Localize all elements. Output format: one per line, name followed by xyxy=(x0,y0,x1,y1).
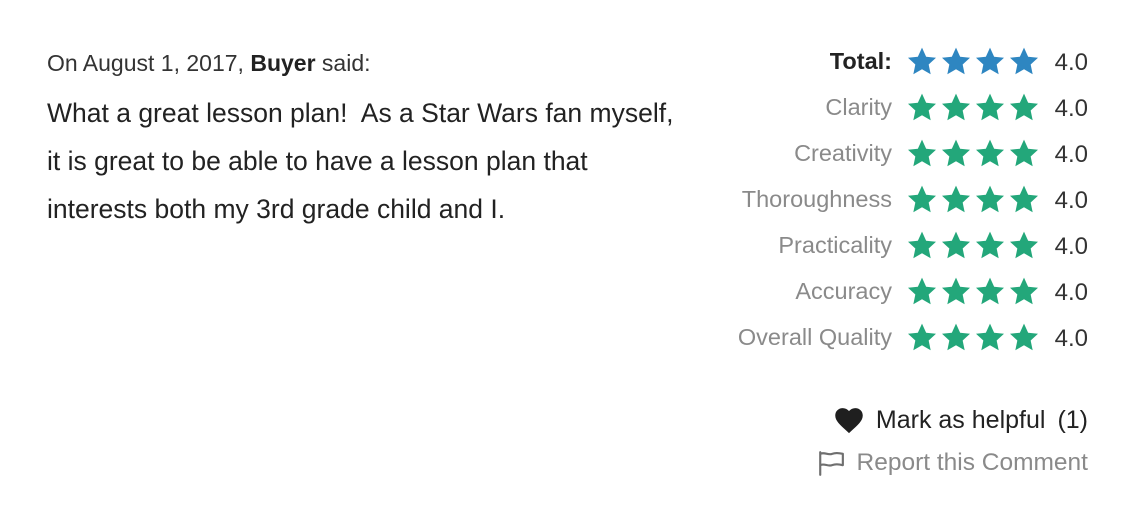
rating-label-thoroughness: Thoroughness xyxy=(741,185,892,212)
star-rating-total xyxy=(906,45,1040,77)
rating-row-creativity: Creativity 4.0 xyxy=(660,130,1088,176)
star-icon xyxy=(1010,93,1038,121)
star-rating-overall-quality xyxy=(906,321,1040,353)
star-icon xyxy=(976,231,1004,259)
review-date: On August 1, 2017, xyxy=(47,50,251,76)
review-content: On August 1, 2017, Buyer said: What a gr… xyxy=(47,46,687,233)
star-icon xyxy=(1010,277,1038,305)
star-icon xyxy=(942,231,970,259)
star-icon xyxy=(942,185,970,213)
review-text: What a great lesson plan! As a Star Wars… xyxy=(47,98,681,224)
star-icon xyxy=(908,231,936,259)
rating-label-total: Total: xyxy=(829,47,892,74)
star-icon xyxy=(908,139,936,167)
star-icon xyxy=(942,277,970,305)
star-icon xyxy=(976,47,1004,75)
rating-label-practicality: Practicality xyxy=(778,231,892,258)
star-icon xyxy=(908,93,936,121)
rating-label-overall-quality: Overall Quality xyxy=(737,323,892,350)
star-rating-accuracy xyxy=(906,275,1040,307)
star-icon xyxy=(1010,47,1038,75)
star-icon xyxy=(1010,139,1038,167)
heart-icon xyxy=(835,408,863,434)
flag-icon xyxy=(818,451,844,476)
star-icon xyxy=(942,139,970,167)
report-comment-label: Report this Comment xyxy=(856,449,1088,476)
rating-value-total: 4.0 xyxy=(1054,49,1088,76)
mark-helpful-button[interactable]: Mark as helpful (1) xyxy=(817,398,1088,442)
star-rating-practicality xyxy=(906,229,1040,261)
rating-value-thoroughness: 4.0 xyxy=(1054,187,1088,214)
review-said: said: xyxy=(315,50,371,76)
rating-row-thoroughness: Thoroughness 4.0 xyxy=(660,176,1088,222)
star-icon xyxy=(908,323,936,351)
star-icon xyxy=(976,139,1004,167)
star-icon xyxy=(908,47,936,75)
rating-value-accuracy: 4.0 xyxy=(1054,279,1088,306)
star-icon xyxy=(976,323,1004,351)
rating-label-accuracy: Accuracy xyxy=(795,277,892,304)
review-author: Buyer xyxy=(250,50,316,76)
star-icon xyxy=(1010,323,1038,351)
star-icon xyxy=(942,93,970,121)
helpful-count: (1) xyxy=(1057,405,1088,434)
rating-row-overall-quality: Overall Quality 4.0 xyxy=(660,314,1088,360)
rating-value-creativity: 4.0 xyxy=(1054,141,1088,168)
mark-helpful-label: Mark as helpful xyxy=(875,405,1046,434)
rating-label-clarity: Clarity xyxy=(825,93,892,120)
rating-row-accuracy: Accuracy 4.0 xyxy=(660,268,1088,314)
star-icon xyxy=(942,47,970,75)
rating-value-practicality: 4.0 xyxy=(1054,233,1088,260)
review-meta: On August 1, 2017, Buyer said: xyxy=(47,46,687,80)
star-rating-thoroughness xyxy=(906,183,1040,215)
star-rating-clarity xyxy=(906,91,1040,123)
star-icon xyxy=(942,323,970,351)
rating-value-overall-quality: 4.0 xyxy=(1054,325,1088,352)
star-icon xyxy=(976,185,1004,213)
rating-value-clarity: 4.0 xyxy=(1054,95,1088,122)
review-card: On August 1, 2017, Buyer said: What a gr… xyxy=(0,0,1130,530)
star-icon xyxy=(1010,231,1038,259)
star-icon xyxy=(908,277,936,305)
star-rating-creativity xyxy=(906,137,1040,169)
report-comment-link[interactable]: Report this Comment xyxy=(817,442,1088,484)
review-actions: Mark as helpful (1) Report this Comment xyxy=(817,398,1088,484)
star-icon xyxy=(976,93,1004,121)
rating-row-practicality: Practicality 4.0 xyxy=(660,222,1088,268)
star-icon xyxy=(908,185,936,213)
rating-row-clarity: Clarity 4.0 xyxy=(660,84,1088,130)
star-icon xyxy=(976,277,1004,305)
rating-row-total: Total: 4.0 xyxy=(660,38,1088,84)
star-icon xyxy=(1010,185,1038,213)
ratings-panel: Total: 4.0 Clarity 4.0 Creativity 4.0 Th… xyxy=(660,38,1088,360)
rating-label-creativity: Creativity xyxy=(794,139,892,166)
